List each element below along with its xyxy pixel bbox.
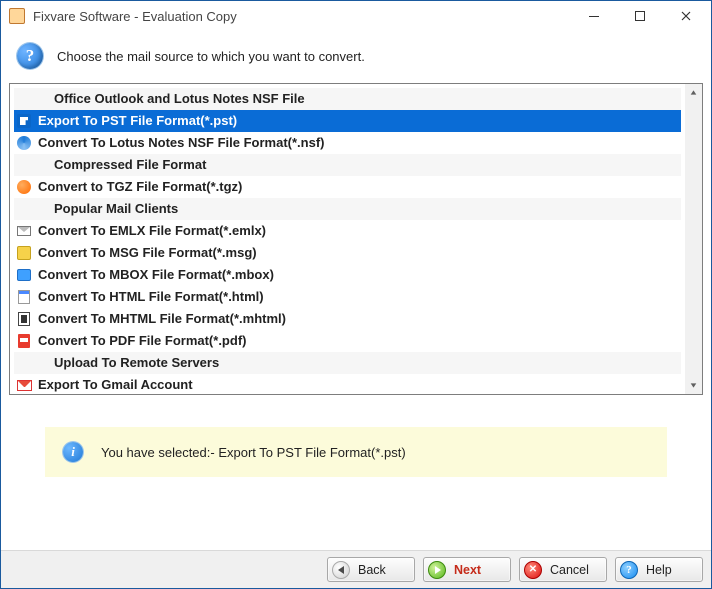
list-item-label: Convert To Lotus Notes NSF File Format(*… xyxy=(38,132,681,154)
help-button[interactable]: ? Help xyxy=(615,557,703,582)
scroll-up-icon[interactable] xyxy=(685,84,702,101)
notice-text: You have selected:- Export To PST File F… xyxy=(101,445,406,460)
main-area: Office Outlook and Lotus Notes NSF FileE… xyxy=(1,83,711,550)
list-item[interactable]: Convert To MSG File Format(*.msg) xyxy=(14,242,681,264)
help-label: Help xyxy=(646,563,690,577)
list-item-label: Convert To MSG File Format(*.msg) xyxy=(38,242,681,264)
list-item[interactable]: Convert To HTML File Format(*.html) xyxy=(14,286,681,308)
list-item[interactable]: Convert To PDF File Format(*.pdf) xyxy=(14,330,681,352)
list-item-label: Compressed File Format xyxy=(38,154,681,176)
list-group-header: Popular Mail Clients xyxy=(14,198,681,220)
list-item-label: Convert To PDF File Format(*.pdf) xyxy=(38,330,681,352)
list-item[interactable]: Convert To Lotus Notes NSF File Format(*… xyxy=(14,132,681,154)
minimize-button[interactable] xyxy=(571,1,617,31)
next-button[interactable]: Next xyxy=(423,557,511,582)
list-item-label: Office Outlook and Lotus Notes NSF File xyxy=(38,88,681,110)
selection-notice: i You have selected:- Export To PST File… xyxy=(45,427,667,477)
emlx-icon xyxy=(16,223,32,239)
list-group-header: Compressed File Format xyxy=(14,154,681,176)
html-icon xyxy=(16,289,32,305)
maximize-button[interactable] xyxy=(617,1,663,31)
page-header: ? Choose the mail source to which you wa… xyxy=(1,31,711,83)
format-list: Office Outlook and Lotus Notes NSF FileE… xyxy=(9,83,703,395)
app-icon xyxy=(9,8,25,24)
gmail-icon xyxy=(16,377,32,393)
list-item[interactable]: Export To PST File Format(*.pst) xyxy=(14,110,681,132)
wizard-button-bar: Back Next ✕ Cancel ? Help xyxy=(1,550,711,588)
list-item-label: Export To PST File Format(*.pst) xyxy=(38,110,681,132)
list-group-header: Office Outlook and Lotus Notes NSF File xyxy=(14,88,681,110)
cancel-button[interactable]: ✕ Cancel xyxy=(519,557,607,582)
pst-icon xyxy=(16,113,32,129)
back-label: Back xyxy=(358,563,402,577)
cancel-label: Cancel xyxy=(550,563,594,577)
question-icon: ? xyxy=(17,43,43,69)
help-icon: ? xyxy=(620,561,638,579)
list-item[interactable]: Convert To EMLX File Format(*.emlx) xyxy=(14,220,681,242)
info-icon: i xyxy=(63,442,83,462)
list-item-label: Convert To MBOX File Format(*.mbox) xyxy=(38,264,681,286)
pdf-icon xyxy=(16,333,32,349)
scrollbar[interactable] xyxy=(685,84,702,394)
msg-icon xyxy=(16,245,32,261)
next-arrow-icon xyxy=(428,561,446,579)
scroll-down-icon[interactable] xyxy=(685,377,702,394)
mhtml-icon xyxy=(16,311,32,327)
list-item[interactable]: Convert To MBOX File Format(*.mbox) xyxy=(14,264,681,286)
list-item[interactable]: Export To Gmail Account xyxy=(14,374,681,395)
back-button[interactable]: Back xyxy=(327,557,415,582)
back-arrow-icon xyxy=(332,561,350,579)
list-item-label: Convert To HTML File Format(*.html) xyxy=(38,286,681,308)
nsf-icon xyxy=(16,135,32,151)
next-label: Next xyxy=(454,563,498,577)
header-prompt: Choose the mail source to which you want… xyxy=(57,49,365,64)
list-item-label: Convert To EMLX File Format(*.emlx) xyxy=(38,220,681,242)
mbox-icon xyxy=(16,267,32,283)
tgz-icon xyxy=(16,179,32,195)
cancel-icon: ✕ xyxy=(524,561,542,579)
list-item[interactable]: Convert To MHTML File Format(*.mhtml) xyxy=(14,308,681,330)
list-item-label: Export To Gmail Account xyxy=(38,374,681,395)
list-item-label: Upload To Remote Servers xyxy=(38,352,681,374)
list-item[interactable]: Convert to TGZ File Format(*.tgz) xyxy=(14,176,681,198)
list-group-header: Upload To Remote Servers xyxy=(14,352,681,374)
close-button[interactable] xyxy=(663,1,709,31)
list-item-label: Popular Mail Clients xyxy=(38,198,681,220)
list-item-label: Convert to TGZ File Format(*.tgz) xyxy=(38,176,681,198)
list-item-label: Convert To MHTML File Format(*.mhtml) xyxy=(38,308,681,330)
title-bar: Fixvare Software - Evaluation Copy xyxy=(1,1,711,31)
window-title: Fixvare Software - Evaluation Copy xyxy=(33,9,237,24)
